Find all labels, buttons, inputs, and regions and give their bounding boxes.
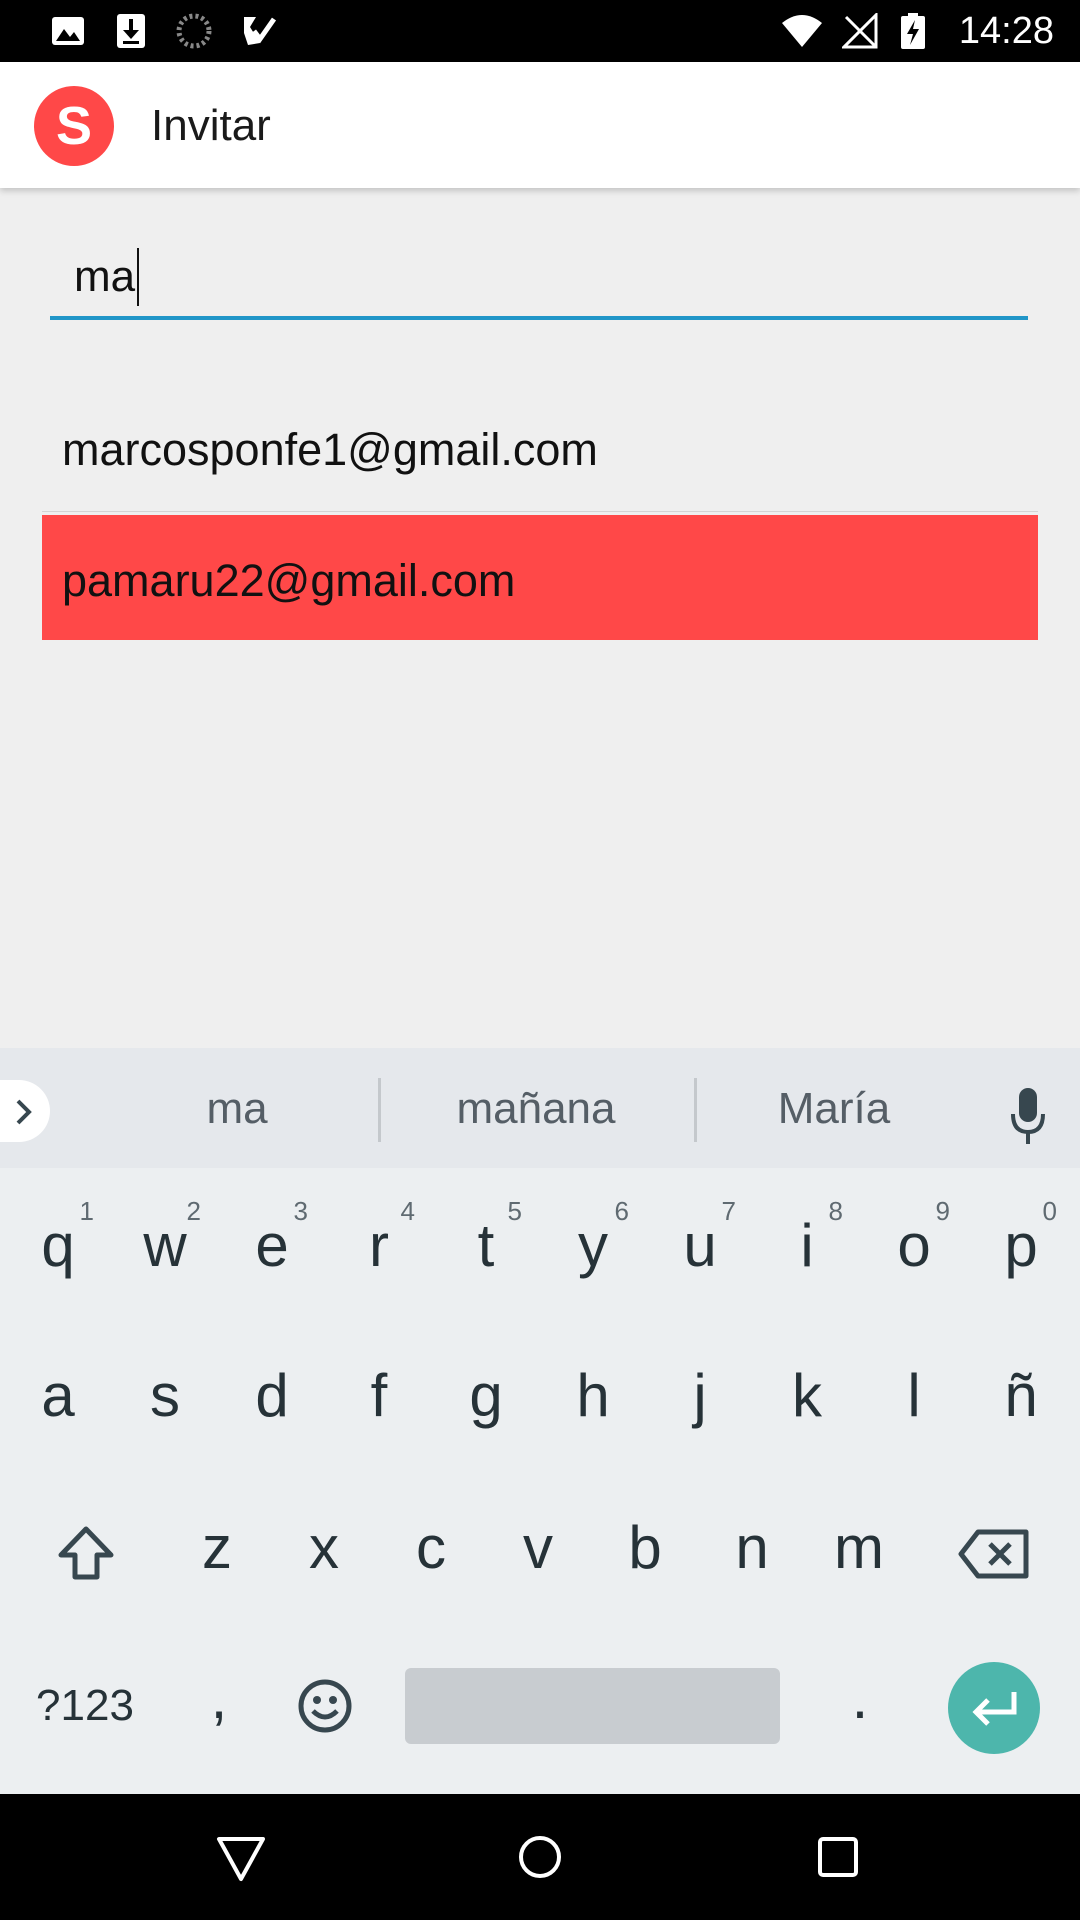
enter-arrow-icon bbox=[972, 1692, 1017, 1726]
key-q[interactable]: q1 bbox=[8, 1186, 108, 1306]
text-caret bbox=[137, 248, 139, 306]
app-logo: S bbox=[34, 86, 114, 166]
key-hint: 6 bbox=[614, 1196, 629, 1226]
shift-key[interactable] bbox=[35, 1493, 135, 1613]
key-h[interactable]: h bbox=[543, 1336, 643, 1456]
navigation-bar bbox=[0, 1794, 1080, 1920]
status-bar: 14:28 bbox=[0, 0, 1080, 62]
suggestion-strip: ma mañana María bbox=[0, 1048, 1080, 1168]
key-b[interactable]: b bbox=[595, 1488, 695, 1608]
page-title: Invitar bbox=[151, 101, 271, 150]
key-m[interactable]: m bbox=[809, 1488, 909, 1608]
suggestion-1[interactable]: ma bbox=[112, 1084, 362, 1134]
divider bbox=[378, 1078, 381, 1142]
key-u[interactable]: u7 bbox=[650, 1186, 750, 1306]
key-hint: 7 bbox=[721, 1196, 736, 1226]
list-item-email: marcosponfe1@gmail.com bbox=[62, 424, 598, 475]
key-label: u bbox=[683, 1212, 717, 1279]
loading-icon bbox=[176, 13, 212, 49]
key-label: q bbox=[41, 1212, 75, 1279]
key-hint: 0 bbox=[1042, 1196, 1057, 1226]
suggestion-2[interactable]: mañana bbox=[411, 1084, 661, 1134]
key-k[interactable]: k bbox=[757, 1336, 857, 1456]
emoji-key[interactable] bbox=[275, 1646, 375, 1766]
suggestion-3[interactable]: María bbox=[709, 1084, 959, 1134]
key-period[interactable]: . bbox=[810, 1638, 910, 1758]
expand-toolbar-button[interactable] bbox=[0, 1080, 50, 1142]
key-z[interactable]: z bbox=[167, 1488, 267, 1608]
app-bar: S Invitar bbox=[0, 62, 1080, 188]
key-label: w bbox=[143, 1212, 187, 1279]
key-r[interactable]: r4 bbox=[329, 1186, 429, 1306]
list-item-email: pamaru22@gmail.com bbox=[62, 555, 516, 606]
key-hint: 1 bbox=[79, 1196, 94, 1226]
key-n[interactable]: n bbox=[702, 1488, 802, 1608]
recents-icon[interactable] bbox=[810, 1829, 866, 1885]
microphone-icon[interactable] bbox=[1010, 1086, 1046, 1146]
key-hint: 4 bbox=[400, 1196, 415, 1226]
backspace-key[interactable] bbox=[944, 1493, 1044, 1613]
no-signal-icon bbox=[842, 13, 878, 49]
list-item[interactable]: marcosponfe1@gmail.com bbox=[42, 410, 1038, 512]
key-y[interactable]: y6 bbox=[543, 1186, 643, 1306]
enter-button[interactable] bbox=[948, 1662, 1040, 1754]
back-icon[interactable] bbox=[213, 1829, 269, 1885]
key-x[interactable]: x bbox=[274, 1488, 374, 1608]
home-icon[interactable] bbox=[512, 1829, 568, 1885]
key-hint: 5 bbox=[507, 1196, 522, 1226]
wifi-icon bbox=[782, 15, 822, 47]
key-hint: 8 bbox=[828, 1196, 843, 1226]
key-s[interactable]: s bbox=[115, 1336, 215, 1456]
shift-icon bbox=[58, 1526, 114, 1580]
divider bbox=[694, 1078, 697, 1142]
key-w[interactable]: w2 bbox=[115, 1186, 215, 1306]
checklist-icon bbox=[244, 17, 276, 45]
space-bar[interactable] bbox=[405, 1668, 780, 1744]
key-c[interactable]: c bbox=[381, 1488, 481, 1608]
download-icon bbox=[117, 14, 145, 48]
soft-keyboard: ma mañana María q1 w2 e3 r4 t5 y6 u7 i8 … bbox=[0, 1048, 1080, 1794]
key-p[interactable]: p0 bbox=[971, 1186, 1071, 1306]
key-hint: 9 bbox=[935, 1196, 950, 1226]
key-e[interactable]: e3 bbox=[222, 1186, 322, 1306]
key-v[interactable]: v bbox=[488, 1488, 588, 1608]
key-hint: 3 bbox=[293, 1196, 308, 1226]
key-label: t bbox=[477, 1212, 495, 1279]
key-hint: 2 bbox=[186, 1196, 201, 1226]
key-i[interactable]: i8 bbox=[757, 1186, 857, 1306]
key-f[interactable]: f bbox=[329, 1336, 429, 1456]
backspace-icon bbox=[958, 1529, 1029, 1579]
key-comma[interactable]: , bbox=[169, 1638, 269, 1758]
key-g[interactable]: g bbox=[436, 1336, 536, 1456]
image-icon bbox=[52, 17, 84, 45]
chevron-right-icon bbox=[16, 1099, 32, 1125]
key-o[interactable]: o9 bbox=[864, 1186, 964, 1306]
search-input[interactable]: ma bbox=[50, 238, 1028, 320]
key-label: e bbox=[255, 1212, 289, 1279]
key-label: p bbox=[1004, 1212, 1038, 1279]
key-label: o bbox=[897, 1212, 931, 1279]
svg-text:S: S bbox=[56, 96, 92, 156]
key-label: i bbox=[800, 1212, 814, 1279]
key-t[interactable]: t5 bbox=[436, 1186, 536, 1306]
key-j[interactable]: j bbox=[650, 1336, 750, 1456]
key-n-tilde[interactable]: ñ bbox=[971, 1336, 1071, 1456]
battery-charging-icon bbox=[901, 13, 925, 49]
key-label: r bbox=[369, 1212, 389, 1279]
status-time: 14:28 bbox=[958, 10, 1054, 52]
list-item-selected[interactable]: pamaru22@gmail.com bbox=[42, 515, 1038, 640]
key-a[interactable]: a bbox=[8, 1336, 108, 1456]
key-label: y bbox=[578, 1212, 608, 1279]
symbols-key[interactable]: ?123 bbox=[20, 1646, 150, 1766]
key-d[interactable]: d bbox=[222, 1336, 322, 1456]
emoji-icon bbox=[298, 1679, 352, 1733]
key-l[interactable]: l bbox=[864, 1336, 964, 1456]
search-input-value: ma bbox=[74, 252, 136, 301]
